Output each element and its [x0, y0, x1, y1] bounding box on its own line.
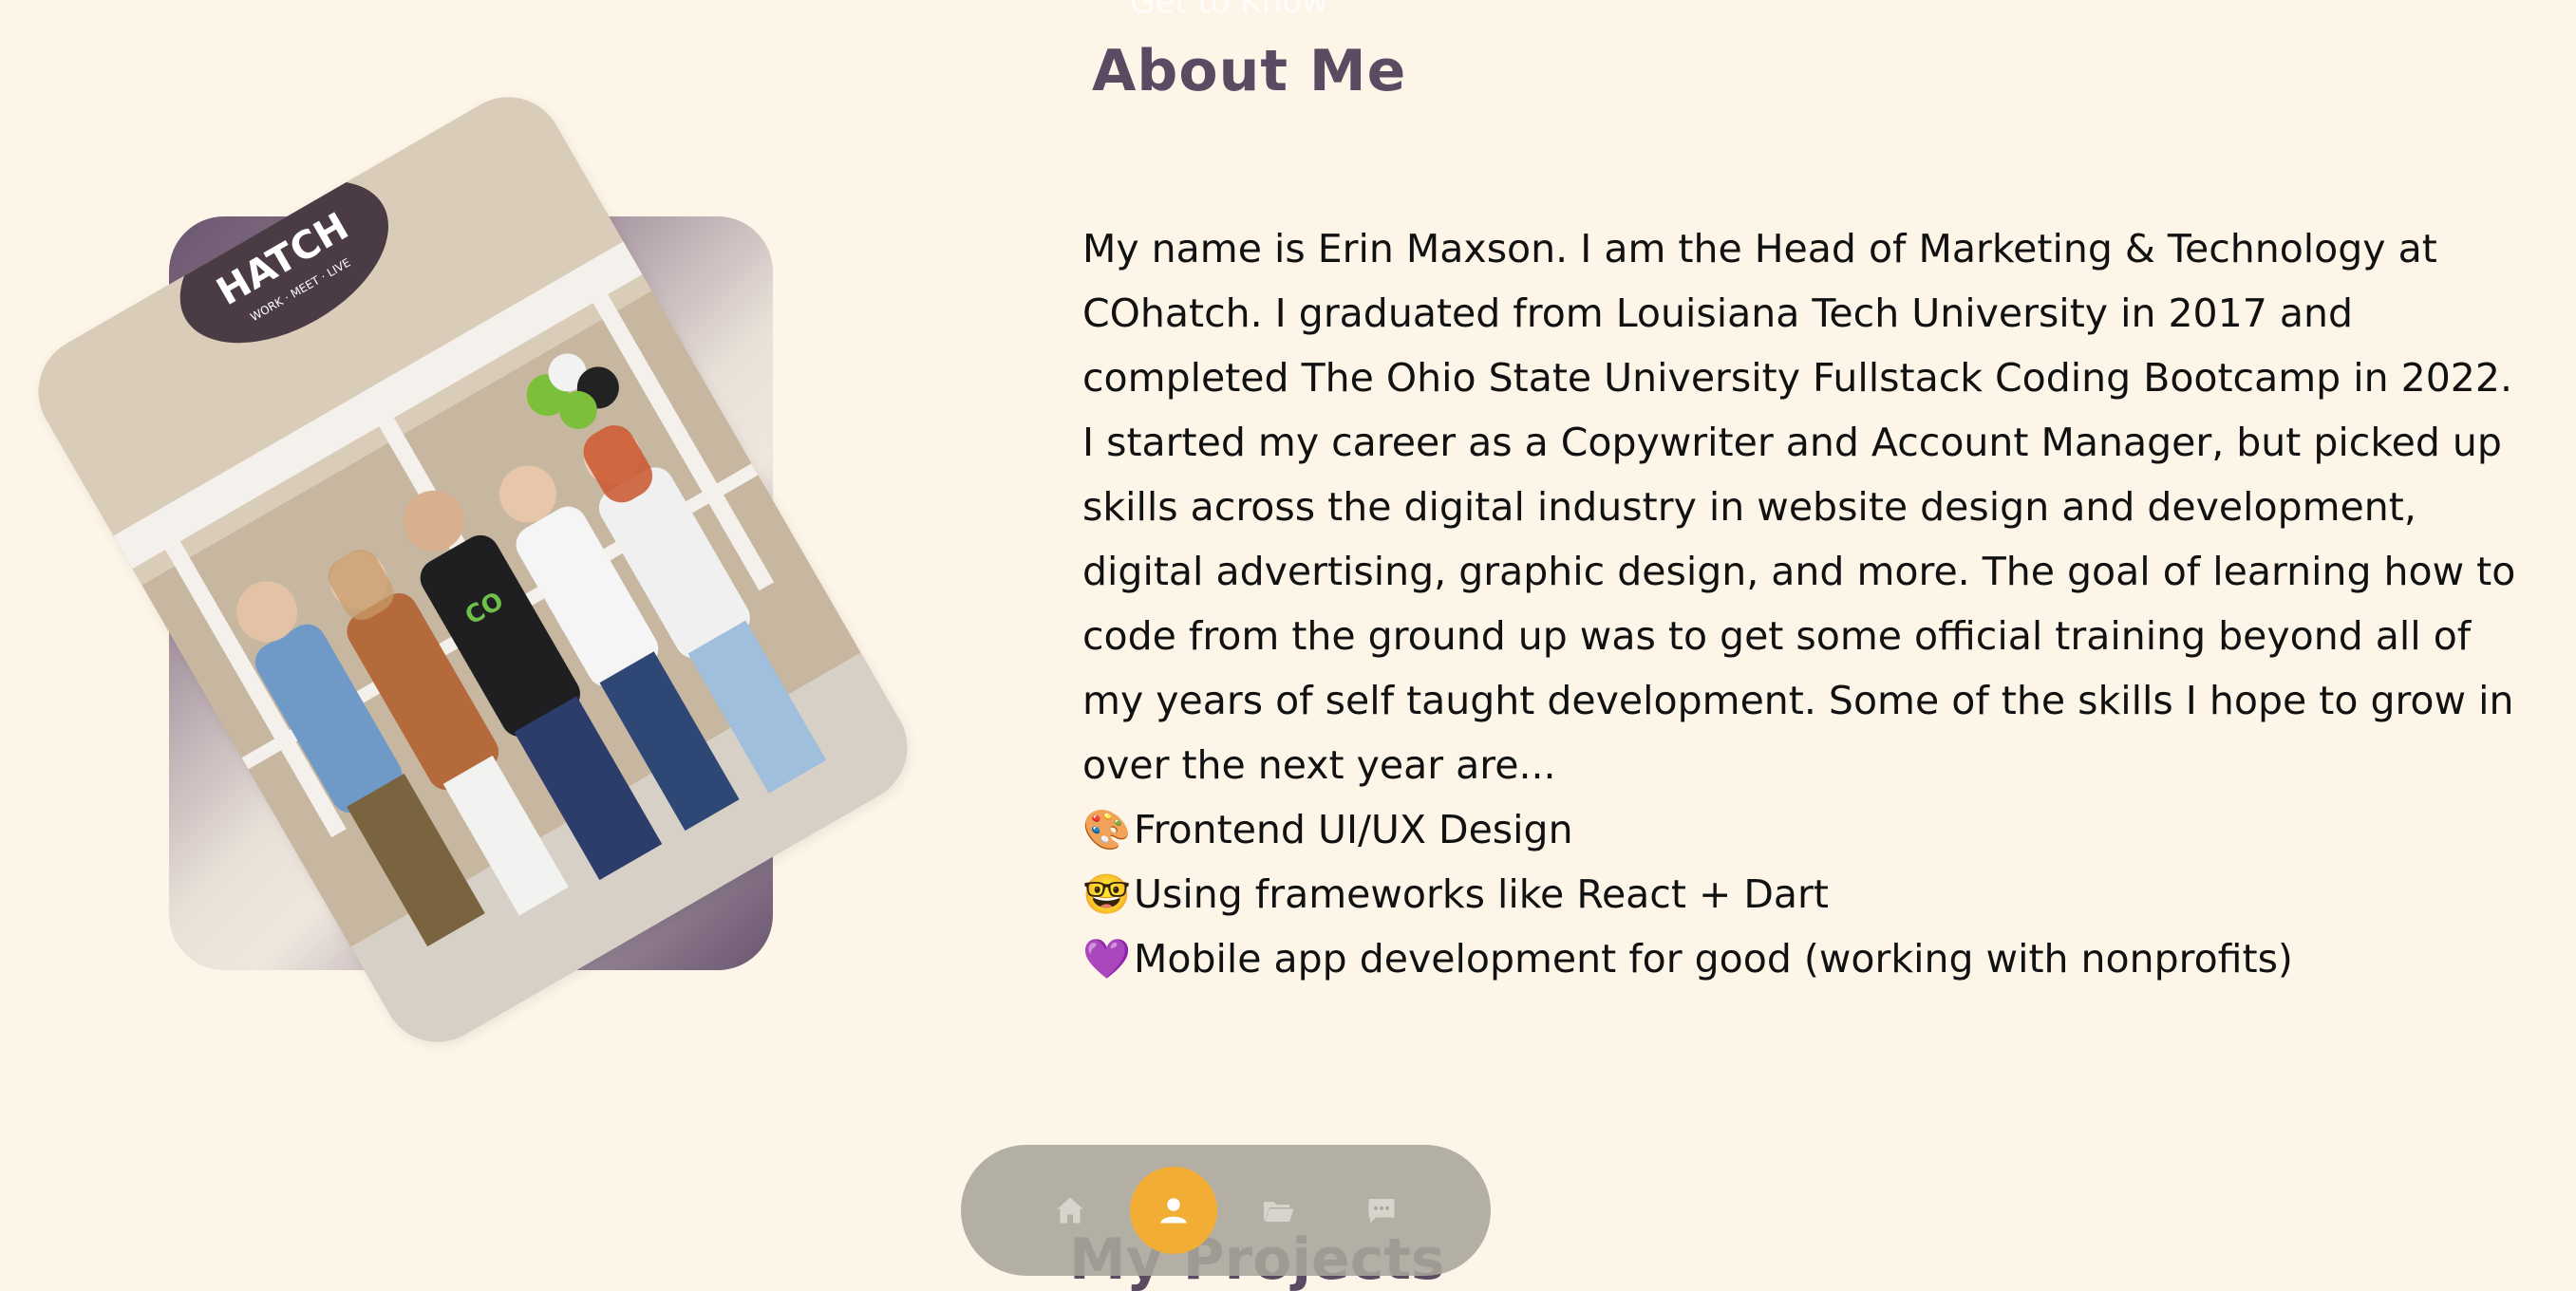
skill-item-label: Frontend UI/UX Design — [1134, 807, 1573, 852]
group-photo-illustration: HATCH WORK · MEET · LIVE CO — [18, 77, 928, 1062]
skill-item: 💜 Mobile app development for good (worki… — [1082, 926, 2535, 991]
about-section: Get to Know About Me HATCH WORK · MEET ·… — [0, 0, 2576, 1291]
profile-photo: HATCH WORK · MEET · LIVE CO — [18, 77, 928, 1062]
nerd-face-icon: 🤓 — [1082, 871, 1132, 917]
chat-icon — [1368, 1199, 1395, 1224]
bio-content: My name is Erin Maxson. I am the Head of… — [1082, 216, 2535, 991]
section-eyebrow: Get to Know — [1130, 0, 1328, 21]
palette-icon: 🎨 — [1082, 807, 1132, 852]
skill-item-label: Mobile app development for good (working… — [1134, 936, 2293, 982]
bottom-nav — [961, 1145, 1491, 1276]
purple-heart-icon: 💜 — [1082, 936, 1132, 982]
nav-home-button[interactable] — [1026, 1167, 1114, 1254]
nav-contact-button[interactable] — [1338, 1167, 1425, 1254]
skill-item: 🎨 Frontend UI/UX Design — [1082, 797, 2535, 862]
user-icon — [1160, 1198, 1187, 1224]
nav-projects-button[interactable] — [1234, 1167, 1322, 1254]
nav-about-button[interactable] — [1130, 1167, 1218, 1254]
skill-item-label: Using frameworks like React + Dart — [1134, 871, 1829, 917]
page-title: About Me — [1092, 38, 1407, 104]
profile-photo-frame: HATCH WORK · MEET · LIVE CO — [18, 77, 928, 1063]
bio-paragraph: My name is Erin Maxson. I am the Head of… — [1082, 226, 2516, 788]
skill-item: 🤓 Using frameworks like React + Dart — [1082, 862, 2535, 926]
home-icon — [1057, 1197, 1083, 1224]
folder-icon — [1263, 1202, 1294, 1222]
